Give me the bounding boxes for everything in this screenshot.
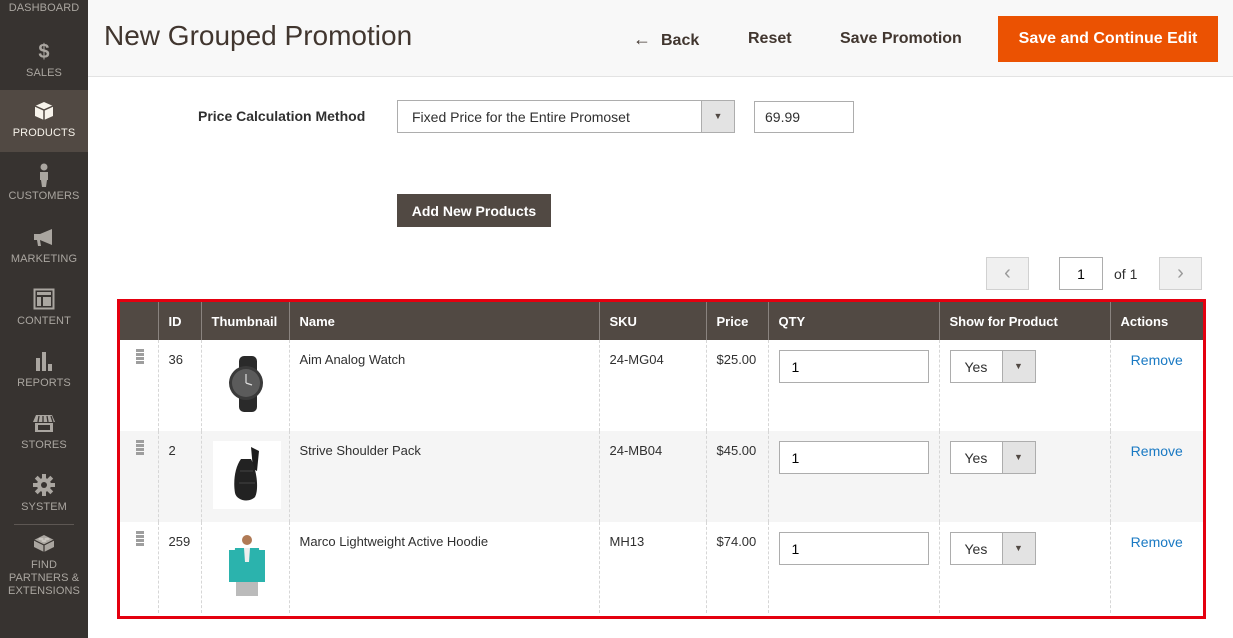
sidebar-item-products[interactable]: PRODUCTS (0, 90, 88, 152)
fixed-price-input[interactable] (754, 101, 854, 133)
col-header-id: ID (157, 302, 201, 340)
drag-handle-icon[interactable] (136, 349, 144, 365)
lego-brick-icon (0, 532, 88, 556)
price-method-select[interactable]: Fixed Price for the Entire Promoset ▼ (397, 100, 735, 133)
prev-page-button[interactable]: ‹ (986, 257, 1029, 290)
show-for-product-select[interactable]: Yes ▼ (949, 350, 1036, 383)
table-row: 2 Strive Shoulder Pack 24-MB04 $45.00 Ye… (120, 431, 1203, 522)
col-header-show-for-product: Show for Product (938, 302, 1110, 340)
sidebar-item-label: CUSTOMERS (8, 190, 80, 202)
chevron-right-icon: › (1177, 262, 1184, 284)
cell-id: 259 (157, 522, 201, 613)
sidebar-item-reports[interactable]: REPORTS (0, 344, 88, 404)
chevron-down-icon[interactable]: ▼ (1001, 351, 1035, 382)
page-title: New Grouped Promotion (104, 20, 413, 51)
megaphone-icon (0, 226, 88, 250)
page-number-input[interactable] (1059, 257, 1103, 290)
sidebar-item-label: STORES (21, 439, 67, 451)
drag-handle-icon[interactable] (136, 440, 144, 456)
sidebar-item-find-partners[interactable]: FIND PARTNERS & EXTENSIONS (0, 532, 88, 597)
sidebar-item-system[interactable]: SYSTEM (0, 468, 88, 522)
qty-input[interactable] (778, 441, 929, 474)
col-header-thumbnail: Thumbnail (200, 302, 289, 340)
col-header-drag (120, 302, 158, 340)
qty-input[interactable] (778, 532, 929, 565)
show-for-product-select[interactable]: Yes ▼ (949, 441, 1036, 474)
cell-name: Strive Shoulder Pack (288, 431, 599, 522)
cell-sku: 24-MB04 (598, 431, 706, 522)
chevron-down-icon[interactable]: ▼ (1001, 442, 1035, 473)
sidebar-item-stores[interactable]: STORES (0, 406, 88, 466)
sidebar-item-content[interactable]: CONTENT (0, 282, 88, 342)
price-method-value: Fixed Price for the Entire Promoset (412, 109, 630, 125)
product-thumbnail-watch (212, 350, 281, 418)
back-label: Back (661, 32, 700, 49)
sidebar-item-sales[interactable]: $ SALES (0, 30, 88, 90)
show-for-product-value: Yes (964, 450, 988, 466)
cell-id: 36 (157, 340, 201, 431)
next-page-button[interactable]: › (1159, 257, 1202, 290)
products-table: ID Thumbnail Name SKU Price QTY Show for… (120, 302, 1203, 613)
reset-button[interactable]: Reset (748, 18, 792, 60)
sidebar-item-label: CONTENT (17, 315, 71, 327)
sidebar-item-label: SYSTEM (21, 501, 67, 513)
sidebar-item-label: FIND PARTNERS & EXTENSIONS (8, 559, 80, 597)
product-thumbnail-shoulder-pack (212, 441, 281, 509)
arrow-left-icon: ← (633, 29, 651, 49)
cell-price: $25.00 (705, 340, 768, 431)
price-method-label: Price Calculation Method (198, 108, 366, 124)
chevron-down-icon[interactable]: ▼ (1001, 533, 1035, 564)
cell-sku: MH13 (598, 522, 706, 613)
sidebar-item-customers[interactable]: CUSTOMERS (0, 155, 88, 215)
remove-link[interactable]: Remove (1121, 443, 1194, 459)
table-row: 36 Aim Analog Watch 24-MG04 $25.00 Yes▼ … (120, 340, 1203, 431)
save-promotion-button[interactable]: Save Promotion (840, 18, 962, 60)
remove-link[interactable]: Remove (1121, 534, 1194, 550)
back-button[interactable]: ← Back (633, 18, 699, 60)
cell-name: Aim Analog Watch (288, 340, 599, 431)
table-header-row: ID Thumbnail Name SKU Price QTY Show for… (120, 302, 1203, 340)
admin-sidebar: DASHBOARD $ SALES PRODUCTS CUSTOMERS MAR… (0, 0, 88, 638)
remove-link[interactable]: Remove (1121, 352, 1194, 368)
gear-icon (0, 474, 88, 498)
save-and-continue-button[interactable]: Save and Continue Edit (998, 16, 1218, 62)
col-header-name: Name (288, 302, 599, 340)
cell-sku: 24-MG04 (598, 340, 706, 431)
person-icon (0, 163, 88, 187)
col-header-qty: QTY (767, 302, 939, 340)
col-header-sku: SKU (598, 302, 706, 340)
sidebar-item-label: REPORTS (17, 377, 71, 389)
show-for-product-value: Yes (964, 359, 988, 375)
chevron-down-icon[interactable]: ▼ (701, 101, 734, 132)
sidebar-item-label: SALES (26, 67, 62, 79)
sidebar-item-label: MARKETING (10, 253, 78, 265)
show-for-product-select[interactable]: Yes ▼ (949, 532, 1036, 565)
cell-price: $45.00 (705, 431, 768, 522)
col-header-price: Price (705, 302, 768, 340)
col-header-actions: Actions (1109, 302, 1203, 340)
bar-chart-icon (0, 350, 88, 374)
sidebar-item-label: DASHBOARD (8, 2, 80, 14)
chevron-left-icon: ‹ (1004, 262, 1011, 284)
cell-price: $74.00 (705, 522, 768, 613)
page-total: of 1 (1114, 266, 1138, 282)
dollar-icon: $ (38, 41, 50, 63)
sidebar-item-dashboard[interactable]: DASHBOARD (0, 2, 88, 28)
page-header: New Grouped Promotion ← Back Reset Save P… (88, 0, 1233, 77)
box-icon (0, 100, 88, 124)
product-thumbnail-hoodie (212, 532, 281, 600)
add-new-products-button[interactable]: Add New Products (397, 194, 551, 227)
sidebar-divider (14, 524, 74, 525)
sidebar-item-label: PRODUCTS (12, 127, 76, 139)
show-for-product-value: Yes (964, 541, 988, 557)
layout-icon (0, 288, 88, 312)
sidebar-item-marketing[interactable]: MARKETING (0, 220, 88, 280)
cell-id: 2 (157, 431, 201, 522)
storefront-icon (0, 412, 88, 436)
products-grid: ID Thumbnail Name SKU Price QTY Show for… (117, 299, 1206, 619)
qty-input[interactable] (778, 350, 929, 383)
drag-handle-icon[interactable] (136, 531, 144, 547)
cell-name: Marco Lightweight Active Hoodie (288, 522, 599, 613)
table-row: 259 Marco Lightweight Active Hoodie MH13… (120, 522, 1203, 613)
